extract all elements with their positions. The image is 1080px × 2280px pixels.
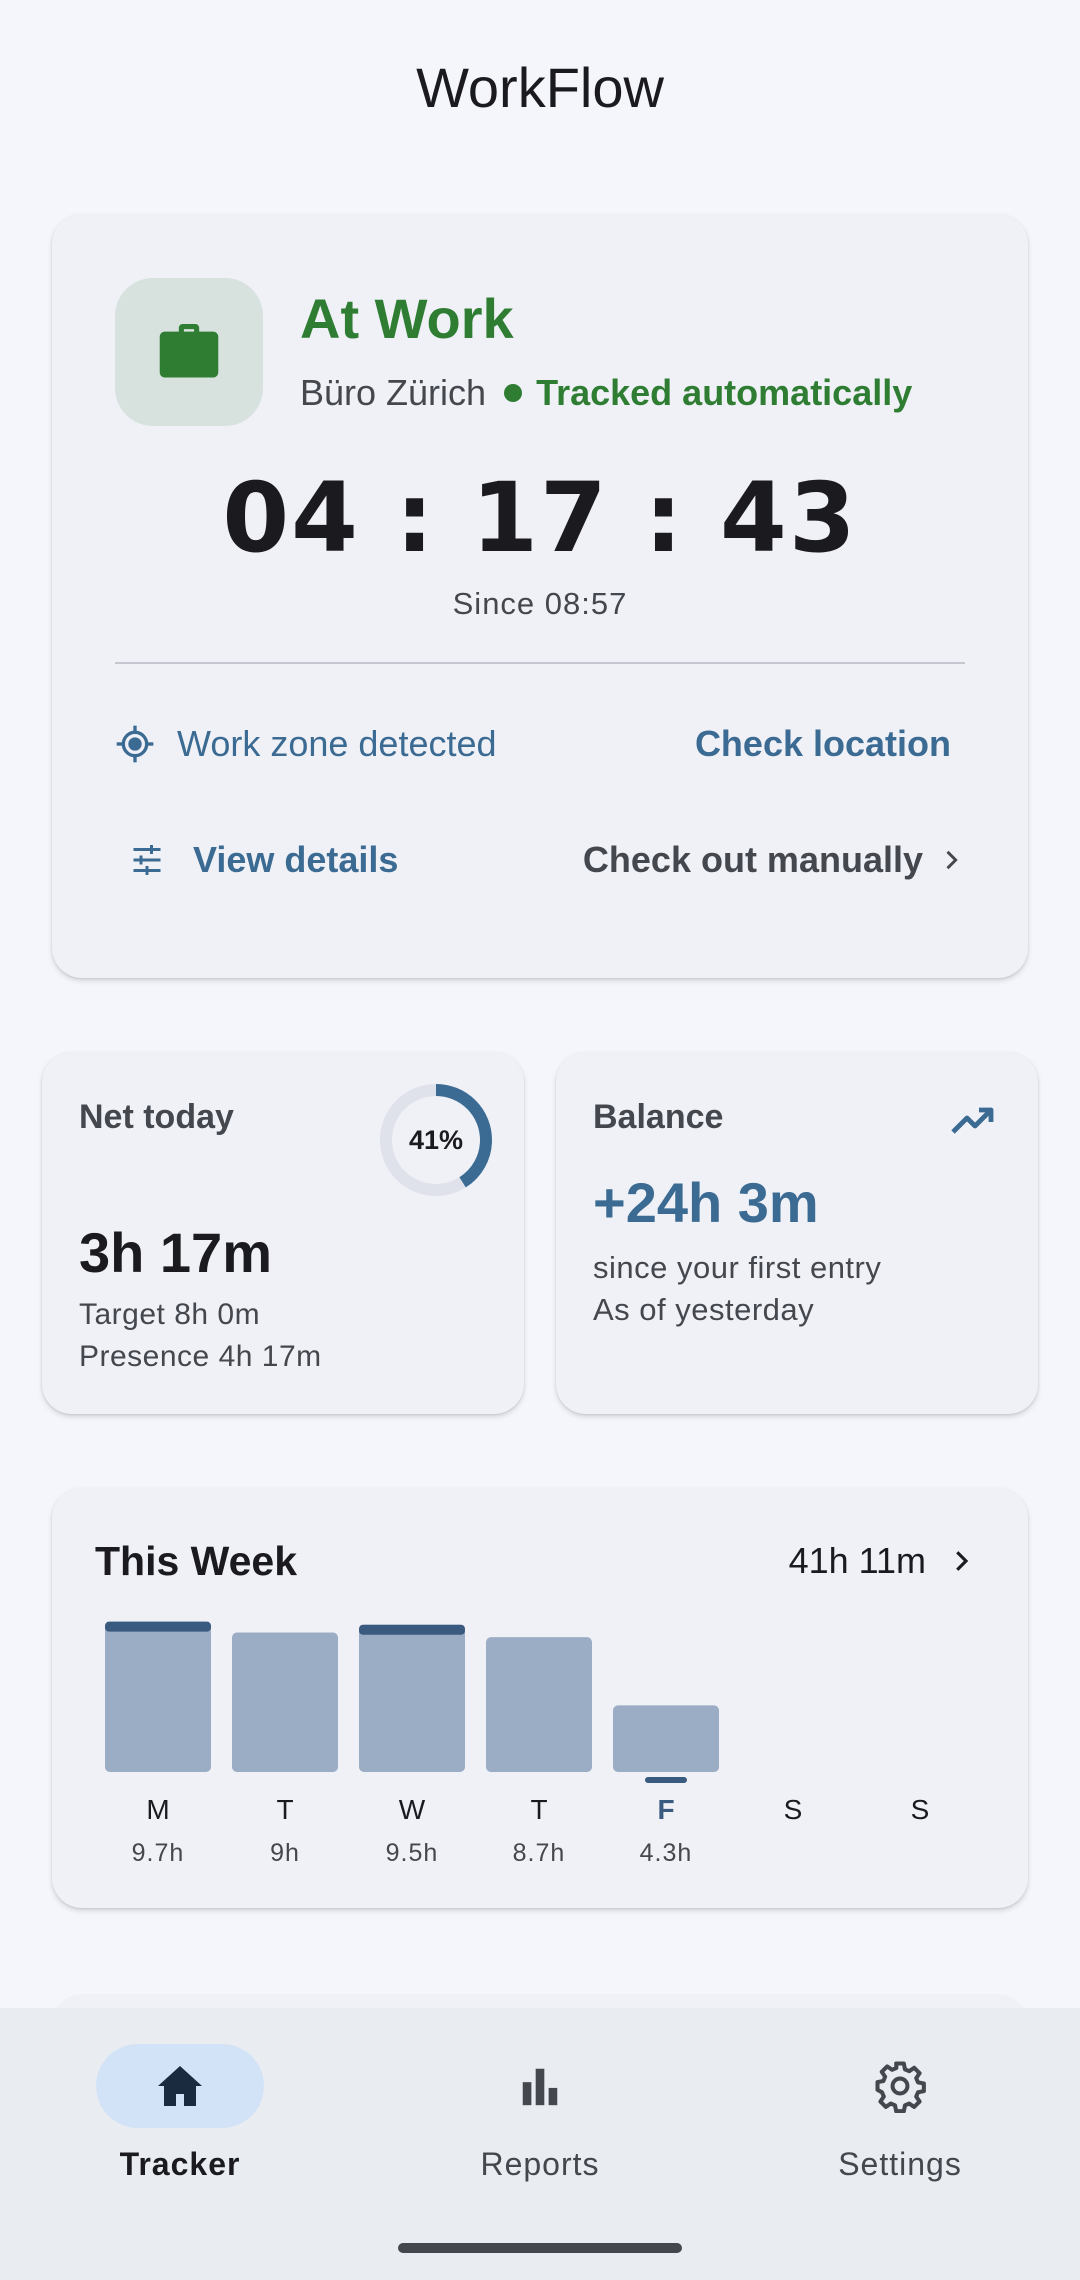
nav-tracker[interactable]: Tracker [0,2044,360,2194]
balance-value: +24h 3m [593,1171,819,1234]
day-value-1: 9h [270,1839,300,1867]
day-label-0: M [146,1794,169,1825]
progress-percent: 41% [408,1124,464,1155]
home-indicator [398,2243,682,2253]
action-row: View details Check out manually [115,830,965,890]
check-out-label: Check out manually [582,839,923,880]
check-location-button[interactable]: Check location [695,723,965,765]
gear-icon [875,2061,926,2113]
balance-card[interactable]: Balance +24h 3m since your first entry A… [556,1052,1038,1414]
balance-asof-text: As of yesterday [593,1292,815,1327]
net-today-card[interactable]: Net today 41% 3h 17m Target 8h 0m Presen… [42,1052,524,1414]
bar-chart-icon [522,2068,558,2106]
day-label-6: S [911,1794,930,1825]
elapsed-timer: 04 : 17 : 43 [222,462,858,574]
day-label-1: T [276,1794,293,1825]
this-week-card[interactable]: M 9.7h T 9h W 9.5h T 8.7h F 4.3h S S This Week 41h … [52,1488,1028,1908]
chevron-right-icon [946,1546,976,1576]
day-value-0: 9.7h [132,1839,185,1867]
presence-text: Presence 4h 17m [79,1340,322,1373]
status-title: At Work [300,287,514,350]
bar-4 [613,1705,719,1772]
nav-reports-pill [456,2044,624,2128]
check-out-manually-button[interactable]: Check out manually [583,839,965,881]
location-name: Büro Zürich [300,372,487,413]
day-label-3: T [530,1794,547,1825]
day-label-4: F [657,1794,674,1825]
zone-status: Work zone detected [115,723,497,765]
nav-reports[interactable]: Reports [360,2044,720,2194]
location-target-icon [115,724,155,764]
net-today-label: Net today [79,1098,234,1136]
status-card: At Work Büro Zürich Tracked automaticall… [52,214,1028,978]
net-today-value: 3h 17m [79,1221,272,1284]
nav-tracker-label: Tracker [119,2146,241,2182]
nav-reports-label: Reports [480,2146,600,2182]
bar-2 [359,1624,465,1772]
week-total: 41h 11m [788,1540,926,1581]
briefcase-icon [115,278,263,426]
week-total-button[interactable]: 41h 11m [789,1540,976,1582]
status-subtitle: Büro Zürich Tracked automatically [300,372,912,414]
bar-overtime-0 [105,1621,211,1632]
day-value-2: 9.5h [386,1839,439,1867]
bar-3 [486,1637,592,1772]
bottom-navigation: Tracker Reports Settings [0,2008,1080,2280]
status-dot [504,384,523,402]
zone-text: Work zone detected [177,723,497,764]
chevron-right-icon [937,846,965,874]
day-label-2: W [399,1794,426,1825]
view-details-label: View details [193,839,399,880]
day-label-5: S [784,1794,803,1825]
nav-settings[interactable]: Settings [720,2044,1080,2194]
since-time: Since 08:57 [452,586,628,621]
bar-1 [232,1632,338,1772]
divider [115,662,965,664]
tune-icon [129,842,165,878]
day-value-4: 4.3h [640,1839,693,1867]
today-indicator [645,1777,687,1783]
nav-settings-pill [816,2044,984,2128]
balance-since-text: since your first entry [593,1250,882,1285]
tracked-label: Tracked automatically [536,372,913,413]
target-text: Target 8h 0m [79,1298,261,1331]
view-details-button[interactable]: View details [115,839,398,881]
home-icon [158,2066,202,2106]
app-title: WorkFlow [416,56,664,119]
trending-up-icon [949,1096,997,1144]
nav-settings-label: Settings [838,2146,962,2182]
nav-tracker-pill [96,2044,264,2128]
bar-0 [105,1621,211,1772]
balance-label: Balance [593,1098,724,1136]
day-value-3: 8.7h [513,1839,566,1867]
week-title: This Week [95,1538,298,1584]
zone-row: Work zone detected Check location [115,714,965,774]
bar-overtime-2 [359,1624,465,1635]
